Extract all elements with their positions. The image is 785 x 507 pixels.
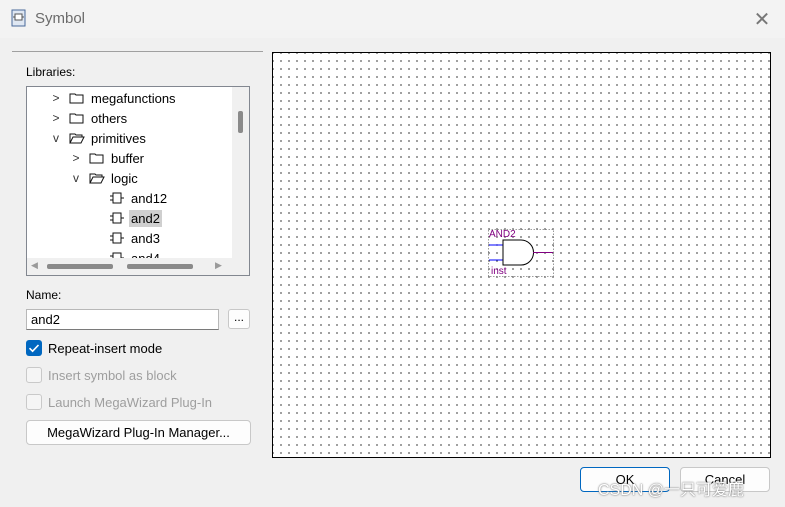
insert-block-label: Insert symbol as block bbox=[48, 368, 177, 383]
gate-symbol-icon bbox=[110, 212, 124, 224]
name-input[interactable] bbox=[26, 309, 219, 330]
symbol-name-text: AND2 bbox=[489, 229, 516, 240]
tree-item-label: megafunctions bbox=[91, 90, 176, 106]
folder-open-icon bbox=[69, 133, 85, 144]
symbol-app-icon bbox=[11, 9, 26, 27]
horizontal-scroll-thumb[interactable] bbox=[47, 264, 113, 269]
left-divider bbox=[12, 51, 263, 52]
tree-item-label: primitives bbox=[91, 130, 146, 146]
megawizard-manager-button[interactable]: MegaWizard Plug-In Manager... bbox=[26, 420, 251, 445]
browse-button[interactable]: ... bbox=[228, 309, 250, 329]
insert-block-checkbox[interactable] bbox=[26, 367, 42, 383]
horizontal-scroll-thumb-2[interactable] bbox=[127, 264, 193, 269]
tree-item-label: and2 bbox=[129, 209, 162, 227]
folder-open-icon bbox=[89, 173, 105, 184]
close-button[interactable]: ✕ bbox=[739, 0, 785, 38]
chevron-right-icon[interactable]: > bbox=[49, 111, 63, 125]
tree-item-label: and3 bbox=[131, 230, 160, 246]
window-title: Symbol bbox=[35, 10, 86, 27]
tree-item-others[interactable]: > others bbox=[49, 108, 129, 128]
tree-item-megafunctions[interactable]: > megafunctions bbox=[49, 88, 178, 108]
tree-item-primitives[interactable]: v primitives bbox=[49, 128, 148, 148]
launch-wizard-label: Launch MegaWizard Plug-In bbox=[48, 395, 213, 410]
tree-item-label: others bbox=[91, 110, 128, 126]
tree-item-label: and12 bbox=[131, 190, 168, 206]
launch-wizard-checkbox[interactable] bbox=[26, 394, 42, 410]
library-tree[interactable]: > megafunctions > others v primitives > … bbox=[26, 86, 250, 276]
tree-item-buffer[interactable]: > buffer bbox=[69, 148, 146, 168]
folder-icon bbox=[69, 113, 84, 124]
checkmark-icon bbox=[28, 344, 40, 353]
folder-icon bbox=[89, 153, 104, 164]
vertical-scroll-thumb[interactable] bbox=[238, 111, 243, 133]
gate-symbol-icon bbox=[110, 192, 124, 204]
tree-horizontal-scrollbar[interactable]: ◀ ▶ bbox=[27, 258, 249, 275]
symbol-preview-canvas[interactable]: AND2 inst bbox=[272, 52, 771, 458]
libraries-label: Libraries: bbox=[26, 65, 76, 79]
repeat-insert-checkbox[interactable] bbox=[26, 340, 42, 356]
chevron-down-icon[interactable]: v bbox=[69, 171, 83, 185]
tree-vertical-scrollbar[interactable] bbox=[232, 87, 249, 259]
folder-icon bbox=[69, 93, 84, 104]
chevron-down-icon[interactable]: v bbox=[49, 131, 63, 145]
instance-name-text: inst bbox=[491, 266, 507, 277]
tree-item-logic[interactable]: v logic bbox=[69, 168, 140, 188]
chevron-right-icon[interactable]: > bbox=[49, 91, 63, 105]
repeat-insert-label: Repeat-insert mode bbox=[48, 341, 163, 356]
watermark-text: CSDN @一只可爱鹿 bbox=[598, 482, 745, 499]
tree-item-and3[interactable]: and3 bbox=[109, 228, 162, 248]
tree-item-label: buffer bbox=[111, 150, 145, 166]
chevron-right-icon[interactable]: > bbox=[69, 151, 83, 165]
tree-item-and2[interactable]: and2 bbox=[109, 208, 162, 228]
name-label: Name: bbox=[26, 288, 62, 302]
close-icon: ✕ bbox=[753, 8, 771, 31]
tree-item-and12[interactable]: and12 bbox=[109, 188, 169, 208]
scroll-left-icon[interactable]: ◀ bbox=[31, 260, 38, 271]
title-bar: Symbol ✕ bbox=[0, 0, 785, 38]
tree-item-label: logic bbox=[111, 170, 138, 186]
scroll-right-icon[interactable]: ▶ bbox=[215, 260, 222, 271]
gate-symbol-icon bbox=[110, 232, 124, 244]
